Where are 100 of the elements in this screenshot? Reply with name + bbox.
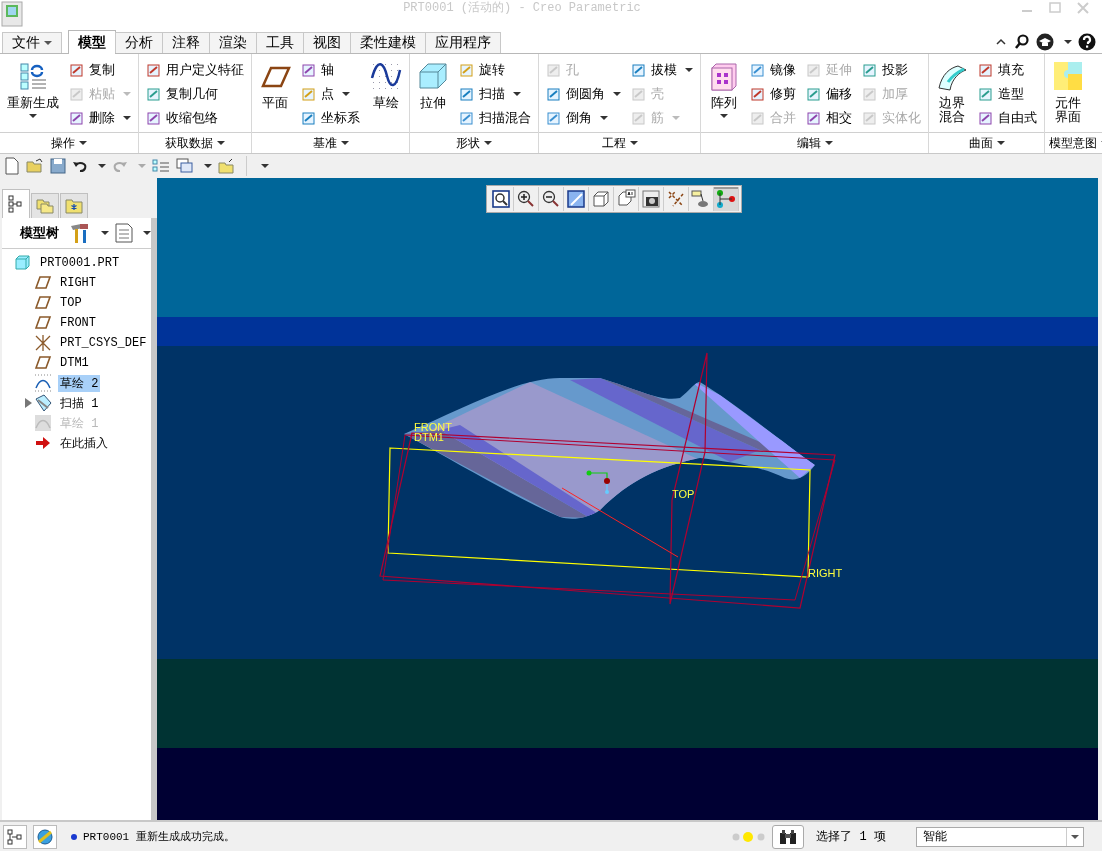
tree-item[interactable]: 草绘 2 — [58, 374, 101, 392]
new-file-icon[interactable] — [4, 157, 20, 175]
datum-label: TOP — [672, 488, 695, 500]
tool-icon — [301, 110, 317, 126]
panel-tab[interactable] — [60, 193, 88, 218]
tool-icon — [750, 110, 766, 126]
tree-item-icon — [34, 354, 52, 372]
group-menu[interactable]: 基准 — [252, 132, 409, 153]
ribbon-button[interactable]: 修剪 — [747, 82, 799, 106]
tree-item-icon — [34, 394, 52, 412]
ribbon-tab[interactable]: 工具 — [256, 32, 304, 53]
display-style-icon — [591, 189, 611, 209]
tool-icon — [862, 86, 878, 102]
caret-icon — [123, 92, 131, 96]
tool-icon — [708, 60, 740, 92]
ribbon-button[interactable]: 自由式 — [975, 106, 1040, 130]
group-menu[interactable]: 工程 — [539, 132, 700, 153]
ribbon-button[interactable]: 阵列 — [705, 58, 743, 128]
caret-icon — [204, 164, 212, 168]
ribbon-button[interactable]: 镜像 — [747, 58, 799, 82]
ribbon-tab[interactable]: 分析 — [115, 32, 163, 53]
tab-icon — [36, 197, 54, 215]
group-menu[interactable]: 编辑 — [701, 132, 928, 153]
group-menu[interactable]: 获取数据 — [139, 132, 251, 153]
ribbon-tab[interactable]: 视图 — [303, 32, 351, 53]
search-icon[interactable] — [1014, 33, 1030, 50]
panel-tab[interactable] — [2, 189, 30, 218]
caret-icon — [101, 231, 109, 235]
tree-item[interactable]: RIGHT — [58, 276, 98, 290]
annotation-display-icon — [716, 189, 736, 209]
ribbon-button[interactable]: 元件 界面 — [1049, 58, 1087, 128]
tree-item[interactable]: PRT_CSYS_DEF — [58, 336, 149, 350]
group-menu[interactable]: 操作 — [0, 132, 138, 153]
ribbon-button[interactable]: 收缩包络 — [143, 106, 247, 130]
tree-item[interactable]: DTM1 — [58, 356, 91, 370]
ribbon-button[interactable]: 旋转 — [456, 58, 534, 82]
ribbon-button[interactable]: 点 — [298, 82, 363, 106]
tree-item-icon — [34, 334, 52, 352]
windows-icon[interactable] — [176, 158, 194, 174]
ribbon-tab[interactable]: 模型 — [68, 30, 116, 54]
caret-icon — [629, 141, 638, 145]
ribbon-button[interactable]: 轴 — [298, 58, 363, 82]
ribbon-button[interactable]: 草绘 — [367, 58, 405, 128]
tree-item[interactable]: 扫描 1 — [58, 394, 101, 412]
caret-icon — [138, 164, 146, 168]
file-menu[interactable]: 文件 — [2, 32, 62, 53]
ribbon-button[interactable]: 拔模 — [628, 58, 696, 82]
ribbon-button[interactable]: 复制几何 — [143, 82, 247, 106]
ribbon-button[interactable]: 投影 — [859, 58, 924, 82]
expander-icon[interactable] — [24, 398, 32, 408]
ribbon-button[interactable]: 重新生成 — [4, 58, 62, 128]
ribbon-tab[interactable]: 柔性建模 — [350, 32, 426, 53]
view-tool-button[interactable] — [639, 187, 664, 211]
ribbon-button[interactable]: 复制 — [66, 58, 134, 82]
tools-icon[interactable] — [69, 222, 91, 244]
datum-display-icon — [666, 189, 686, 209]
ribbon-button[interactable]: 倒圆角 — [543, 82, 624, 106]
filter-dropdown[interactable]: 智能 — [916, 826, 1084, 847]
tree-item-icon — [34, 294, 52, 312]
ribbon-button[interactable]: 扫描混合 — [456, 106, 534, 130]
group-menu[interactable]: 形状 — [410, 132, 538, 153]
ribbon-button[interactable]: 相交 — [803, 106, 855, 130]
ribbon-button[interactable]: 造型 — [975, 82, 1040, 106]
ribbon-button[interactable]: 拉伸 — [414, 58, 452, 128]
graduation-cap-icon[interactable] — [1036, 32, 1054, 51]
group-menu[interactable]: 模型意图 — [1045, 132, 1102, 153]
view-tool-button[interactable] — [564, 187, 589, 211]
ribbon-button[interactable]: 倒角 — [543, 106, 624, 130]
view-tool-button[interactable] — [489, 187, 514, 211]
save-icon[interactable] — [50, 158, 66, 174]
browser-toggle[interactable] — [33, 824, 57, 849]
tree-item[interactable]: 在此插入 — [58, 434, 110, 452]
ribbon-button[interactable]: 边界 混合 — [933, 58, 971, 128]
tool-icon — [146, 110, 162, 126]
repaint-icon — [566, 189, 586, 209]
ribbon-button[interactable]: 扫描 — [456, 82, 534, 106]
tool-icon — [459, 86, 475, 102]
caret-icon — [513, 92, 521, 96]
open-folder-icon[interactable] — [26, 158, 44, 174]
tool-icon — [17, 60, 49, 92]
tree-toggle[interactable] — [3, 824, 27, 849]
help-icon[interactable] — [1078, 32, 1096, 51]
ribbon-button[interactable]: 删除 — [66, 106, 134, 130]
tree-item[interactable]: PRT0001.PRT — [38, 256, 122, 270]
ribbon-button[interactable]: 用户定义特征 — [143, 58, 247, 82]
caret-icon — [685, 68, 693, 72]
ribbon-button[interactable]: 偏移 — [803, 82, 855, 106]
ribbon-button[interactable]: 坐标系 — [298, 106, 363, 130]
ribbon-button[interactable]: 平面 — [256, 58, 294, 128]
ribbon-tab[interactable]: 渲染 — [209, 32, 257, 53]
tool-icon — [546, 62, 562, 78]
find-button[interactable] — [772, 824, 805, 849]
group-menu[interactable]: 曲面 — [929, 132, 1044, 153]
coordinate-system-icon — [586, 470, 610, 494]
tool-icon — [978, 86, 994, 102]
tree-item[interactable]: TOP — [58, 296, 84, 310]
ribbon-tab[interactable]: 应用程序 — [425, 32, 501, 53]
ribbon-button[interactable]: 填充 — [975, 58, 1040, 82]
tree-item[interactable]: FRONT — [58, 316, 98, 330]
ribbon-tab[interactable]: 注释 — [162, 32, 210, 53]
